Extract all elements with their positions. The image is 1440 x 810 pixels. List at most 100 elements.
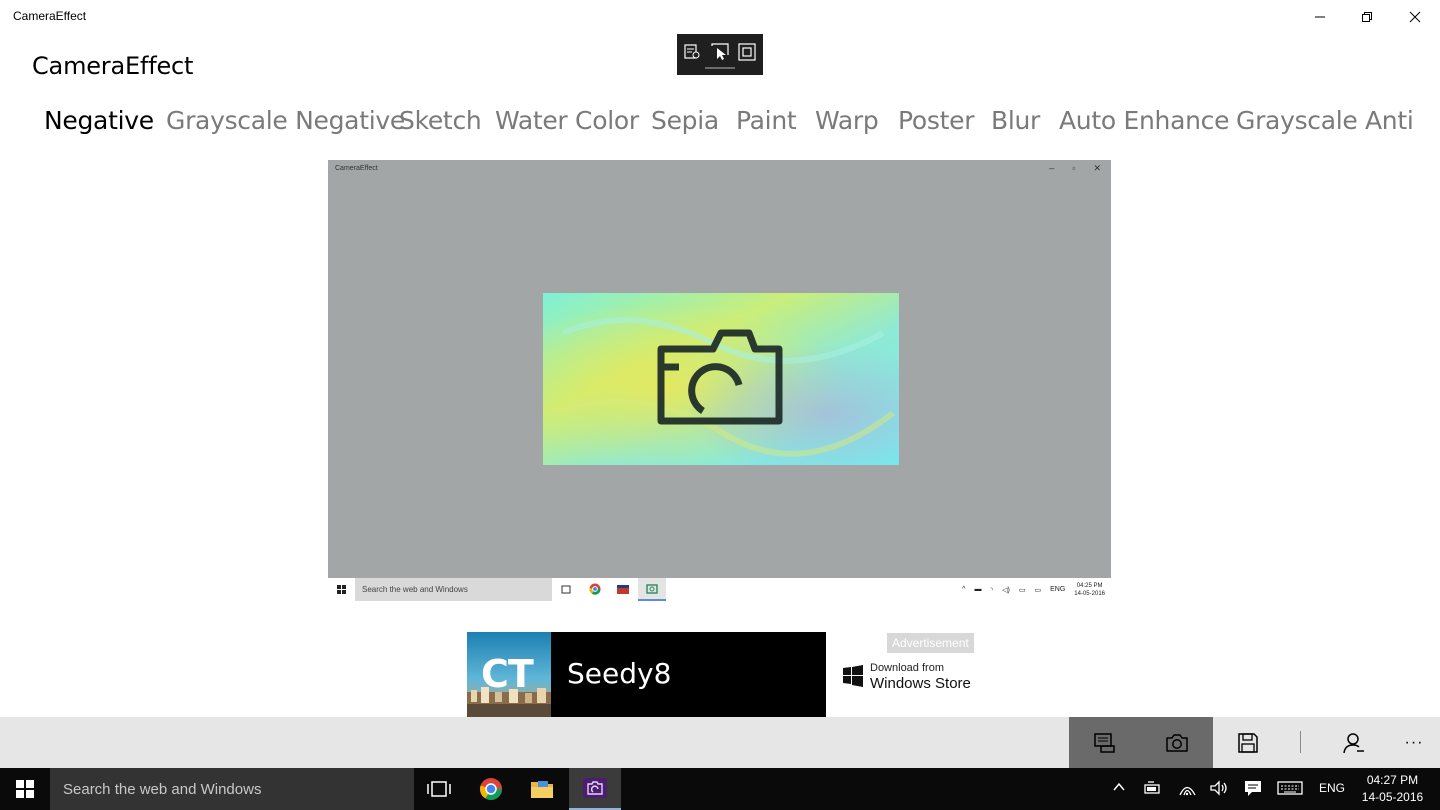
volume-icon[interactable] [1210,780,1228,796]
preview-wifi-icon: ◝ [990,586,994,594]
preview-start-icon [337,585,346,594]
more-options-button[interactable]: ··· [1378,717,1440,768]
preview-taskbar: Search the web and Windows ^ ▬ ◝ ◁) ▭ ▭ … [328,578,1111,601]
advertisement-banner[interactable]: CT Seedy8 [467,632,826,717]
close-button[interactable] [1392,0,1438,34]
app-heading: CameraEffect [32,52,194,80]
chrome-taskbar-button[interactable] [465,768,517,810]
camera-icon [1166,733,1188,752]
preview-system-tray: ^ ▬ ◝ ◁) ▭ ▭ ENG 04:25 PM 14-05-2016 [962,578,1105,601]
clock-date: 14-05-2016 [1361,790,1424,804]
preview-volume-icon: ◁) [1002,586,1010,594]
preview-up-arrow-icon: ^ [962,586,966,593]
preview-keyboard-icon: ▭ [1034,586,1042,594]
save-button[interactable] [1212,717,1284,768]
title-bar: CameraEffect [0,0,1440,34]
fullscreen-capture-icon [738,43,756,61]
clock-time: 04:27 PM [1366,773,1419,787]
store-badge-line2: Windows Store [870,675,971,692]
taskbar-clock[interactable]: 04:27 PM 14-05-2016 [1355,772,1430,806]
tab-sepia[interactable]: Sepia [651,106,719,135]
windows-start-icon [16,780,34,798]
drag-handle[interactable] [705,67,735,69]
minimize-button[interactable] [1297,0,1343,34]
preview-camera-app-icon [646,584,658,594]
preview-window-title: CameraEffect [335,165,378,172]
account-icon [1343,732,1364,753]
tab-water-color[interactable]: Water Color [495,106,639,135]
preview-active-app [638,578,666,601]
close-icon [1409,11,1421,23]
start-button[interactable] [0,768,50,810]
touch-keyboard-icon[interactable] [1277,780,1303,796]
file-explorer-taskbar-button[interactable] [516,768,568,810]
fullscreen-capture-button[interactable] [737,42,757,62]
tab-paint[interactable]: Paint [736,106,797,135]
battery-icon[interactable] [1144,780,1162,796]
preview-date: 14-05-2016 [1074,590,1105,597]
tab-auto-enhance[interactable]: Auto Enhance [1059,106,1229,135]
preview-close-icon: ✕ [1093,163,1101,173]
compare-icon [1094,732,1115,753]
action-center-icon[interactable] [1244,780,1262,796]
tab-blur[interactable]: Blur [991,106,1040,135]
select-pointer-button[interactable] [710,42,730,62]
preview-battery-icon: ▬ [974,586,982,593]
chrome-icon [480,778,502,800]
preview-app-logo [543,293,899,465]
preview-language: ENG [1050,586,1066,593]
preview-chrome-icon [589,583,601,595]
window-title: CameraEffect [13,9,87,23]
camera-logo-image [543,293,899,465]
preview-clock: 04:25 PM 14-05-2016 [1074,582,1105,598]
task-view-icon [427,781,451,797]
preview-minimize-icon: – [1049,163,1055,173]
show-hidden-icons-icon[interactable] [1112,780,1126,794]
file-explorer-icon [531,781,553,798]
effects-pivot: Negative Grayscale Negative Sketch Water… [0,106,1440,146]
preview-time: 04:25 PM [1076,582,1103,589]
camera-effect-taskbar-button[interactable] [569,768,621,810]
windows-taskbar: Search the web and Windows ENG 04:27 PM … [0,768,1440,810]
task-view-button[interactable] [413,768,465,810]
preview-task-view-icon [561,585,571,594]
wifi-icon[interactable] [1178,780,1196,796]
ad-brand-name: Seedy8 [567,657,672,690]
minimize-icon [1315,16,1325,18]
tab-grayscale-negative[interactable]: Grayscale Negative [166,106,405,135]
preview-restore-icon: ▫ [1072,163,1076,173]
store-badge-line1: Download from [870,662,944,674]
tab-negative[interactable]: Negative [44,106,154,135]
tab-grayscale[interactable]: Grayscale [1236,106,1358,135]
windows-store-badge[interactable]: Download from Windows Store [843,660,971,692]
system-tray: ENG 04:27 PM 14-05-2016 [1100,768,1440,810]
ad-logo-image: CT [467,632,551,717]
tab-sketch[interactable]: Sketch [399,106,482,135]
preview-explorer-icon [617,585,629,594]
save-icon [1238,732,1258,753]
preview-search-box: Search the web and Windows [355,578,552,601]
preview-notification-icon: ▭ [1018,586,1026,594]
windows-logo-icon [843,665,863,687]
annotate-button[interactable] [682,42,702,62]
camera-effect-app-icon [583,778,607,798]
restore-icon [1362,12,1372,22]
restore-button[interactable] [1344,0,1390,34]
advertisement-label: Advertisement [887,633,974,653]
capture-toolbar [677,34,763,75]
compare-button[interactable] [1069,717,1141,768]
tab-poster[interactable]: Poster [898,106,974,135]
select-pointer-icon [711,43,729,60]
app-command-bar: ··· [0,717,1440,768]
tab-warp[interactable]: Warp [815,106,879,135]
tab-anti[interactable]: Anti [1365,106,1414,135]
more-icon: ··· [1404,733,1424,751]
input-language[interactable]: ENG [1319,781,1345,795]
taskbar-search-box[interactable]: Search the web and Windows [50,768,414,810]
effect-preview: CameraEffect – ▫ ✕ Search the web and Wi… [328,160,1111,601]
ad-logo-text: CT [481,652,534,696]
preview-window-controls: – ▫ ✕ [1049,163,1101,174]
command-separator [1300,731,1301,753]
annotate-icon [684,44,700,59]
camera-button[interactable] [1141,717,1213,768]
